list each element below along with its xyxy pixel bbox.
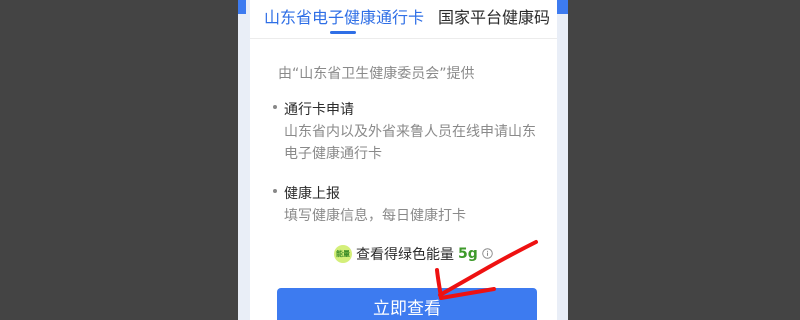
item-description-health-report: 填写健康信息，每日健康打卡 xyxy=(284,208,466,224)
energy-amount: 5g xyxy=(458,245,478,262)
energy-badge-icon: 能量 xyxy=(334,244,352,263)
green-energy-row: 能量 查看得绿色能量 5g xyxy=(334,243,493,263)
view-now-button[interactable]: 立即查看 xyxy=(277,288,537,320)
energy-text: 查看得绿色能量 xyxy=(356,246,454,263)
bullet-icon xyxy=(273,105,277,109)
header-strip-right xyxy=(557,0,568,14)
header-strip-left xyxy=(238,0,246,14)
info-icon[interactable] xyxy=(482,248,493,259)
health-card-panel: 山东省电子健康通行卡 国家平台健康码 由“山东省卫生健康委员会”提供 通行卡申请… xyxy=(250,0,557,320)
item-title-health-report: 健康上报 xyxy=(284,186,340,202)
provider-text: 由“山东省卫生健康委员会”提供 xyxy=(278,66,475,82)
bullet-icon xyxy=(273,189,277,193)
active-tab-indicator xyxy=(330,31,356,34)
tab-bar: 山东省电子健康通行卡 国家平台健康码 xyxy=(250,0,557,39)
tab-shandong-health-pass[interactable]: 山东省电子健康通行卡 xyxy=(264,8,430,28)
item-title-pass-application: 通行卡申请 xyxy=(284,102,354,118)
view-now-button-label: 立即查看 xyxy=(373,299,441,319)
item-description-pass-application: 山东省内以及外省来鲁人员在线申请山东电子健康通行卡 xyxy=(284,124,536,162)
tab-national-health-code[interactable]: 国家平台健康码 xyxy=(438,8,550,28)
